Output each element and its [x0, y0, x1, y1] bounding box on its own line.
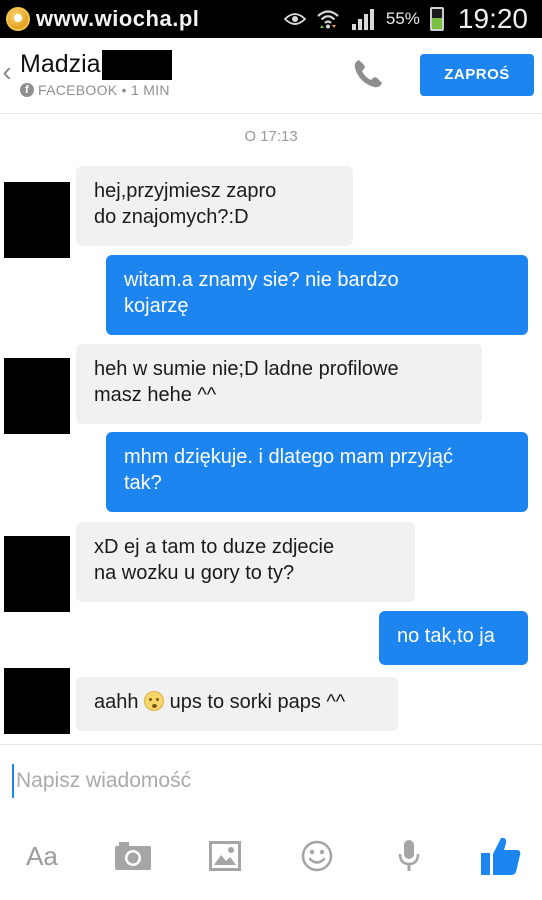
message-line: masz hehe ^^ [94, 384, 217, 406]
message-bubble-incoming[interactable]: aahh ups to sorki paps ^^ [76, 677, 398, 731]
signal-icon [351, 9, 374, 30]
contact-avatar[interactable] [4, 536, 70, 612]
contact-avatar[interactable] [4, 182, 70, 258]
wifi-icon [317, 10, 339, 29]
clock: 19:20 [457, 3, 528, 34]
message-input[interactable]: Napisz wiadomość [12, 764, 512, 798]
redaction-box [102, 50, 172, 80]
camera-icon[interactable] [112, 826, 154, 886]
message-bubble-outgoing[interactable]: mhm dziękuje. i dlatego mam przyjąć tak? [106, 432, 528, 512]
astonished-emoji-icon [144, 691, 165, 711]
message-text: ups to sorki paps ^^ [169, 691, 346, 713]
message-line: kojarzę [124, 295, 189, 317]
microphone-icon[interactable] [394, 826, 424, 886]
message-line: xD ej a tam to duze zdjecie [94, 536, 335, 558]
chat-timestamp: O 17:13 [244, 128, 298, 145]
contact-avatar[interactable] [4, 668, 70, 734]
message-line: na wozku u gory to ty? [94, 562, 295, 584]
text-format-button[interactable]: Aa [20, 826, 64, 886]
conversation-header: ‹ Madzia f FACEBOOK • 1 MIN ZAPROŚ [0, 38, 542, 114]
watermark-logo-icon [6, 7, 30, 31]
message-text: aahh [94, 691, 139, 713]
message-line: no tak,to ja [397, 625, 495, 647]
message-bubble-incoming[interactable]: xD ej a tam to duze zdjecie na wozku u g… [76, 522, 415, 602]
message-line: tak? [124, 472, 162, 494]
battery-percent: 55% [385, 9, 420, 28]
thumbs-up-icon[interactable] [478, 826, 524, 886]
facebook-icon: f [20, 83, 34, 97]
status-bar: www.wiocha.pl 55% 19:20 [0, 0, 542, 38]
message-line: heh w sumie nie;D ladne profilowe [94, 358, 399, 380]
smiley-icon[interactable] [298, 826, 336, 886]
message-line: hej,przyjmiesz zapro [94, 180, 277, 202]
eye-icon [283, 13, 306, 25]
watermark: www.wiocha.pl [6, 4, 199, 34]
message-bubble-outgoing[interactable]: witam.a znamy sie? nie bardzo kojarzę [106, 255, 528, 335]
contact-subtitle-text: FACEBOOK • 1 MIN [38, 82, 170, 98]
message-line: aahh ups to sorki paps ^^ [94, 689, 380, 715]
phone-icon[interactable] [350, 56, 386, 92]
contact-name[interactable]: Madzia [20, 50, 101, 79]
chevron-left-icon[interactable]: ‹ [0, 58, 14, 86]
status-icons: 55% 19:20 [283, 0, 528, 38]
watermark-text: www.wiocha.pl [36, 6, 200, 31]
message-bubble-incoming[interactable]: hej,przyjmiesz zapro do znajomych?:D [76, 166, 353, 246]
message-line: mhm dziękuje. i dlatego mam przyjąć [124, 446, 454, 468]
contact-avatar[interactable] [4, 358, 70, 434]
message-line: do znajomych?:D [94, 206, 249, 228]
image-icon[interactable] [206, 826, 244, 886]
message-line: witam.a znamy sie? nie bardzo [124, 269, 399, 291]
composer-toolbar: Aa [0, 826, 542, 886]
message-bubble-outgoing[interactable]: no tak,to ja [379, 611, 528, 665]
invite-button[interactable]: ZAPROŚ [420, 54, 534, 96]
battery-icon [429, 7, 444, 31]
message-bubble-incoming[interactable]: heh w sumie nie;D ladne profilowe masz h… [76, 344, 482, 424]
contact-subtitle: f FACEBOOK • 1 MIN [20, 82, 170, 98]
battery-level-fill [431, 18, 442, 29]
composer-divider [0, 744, 542, 745]
